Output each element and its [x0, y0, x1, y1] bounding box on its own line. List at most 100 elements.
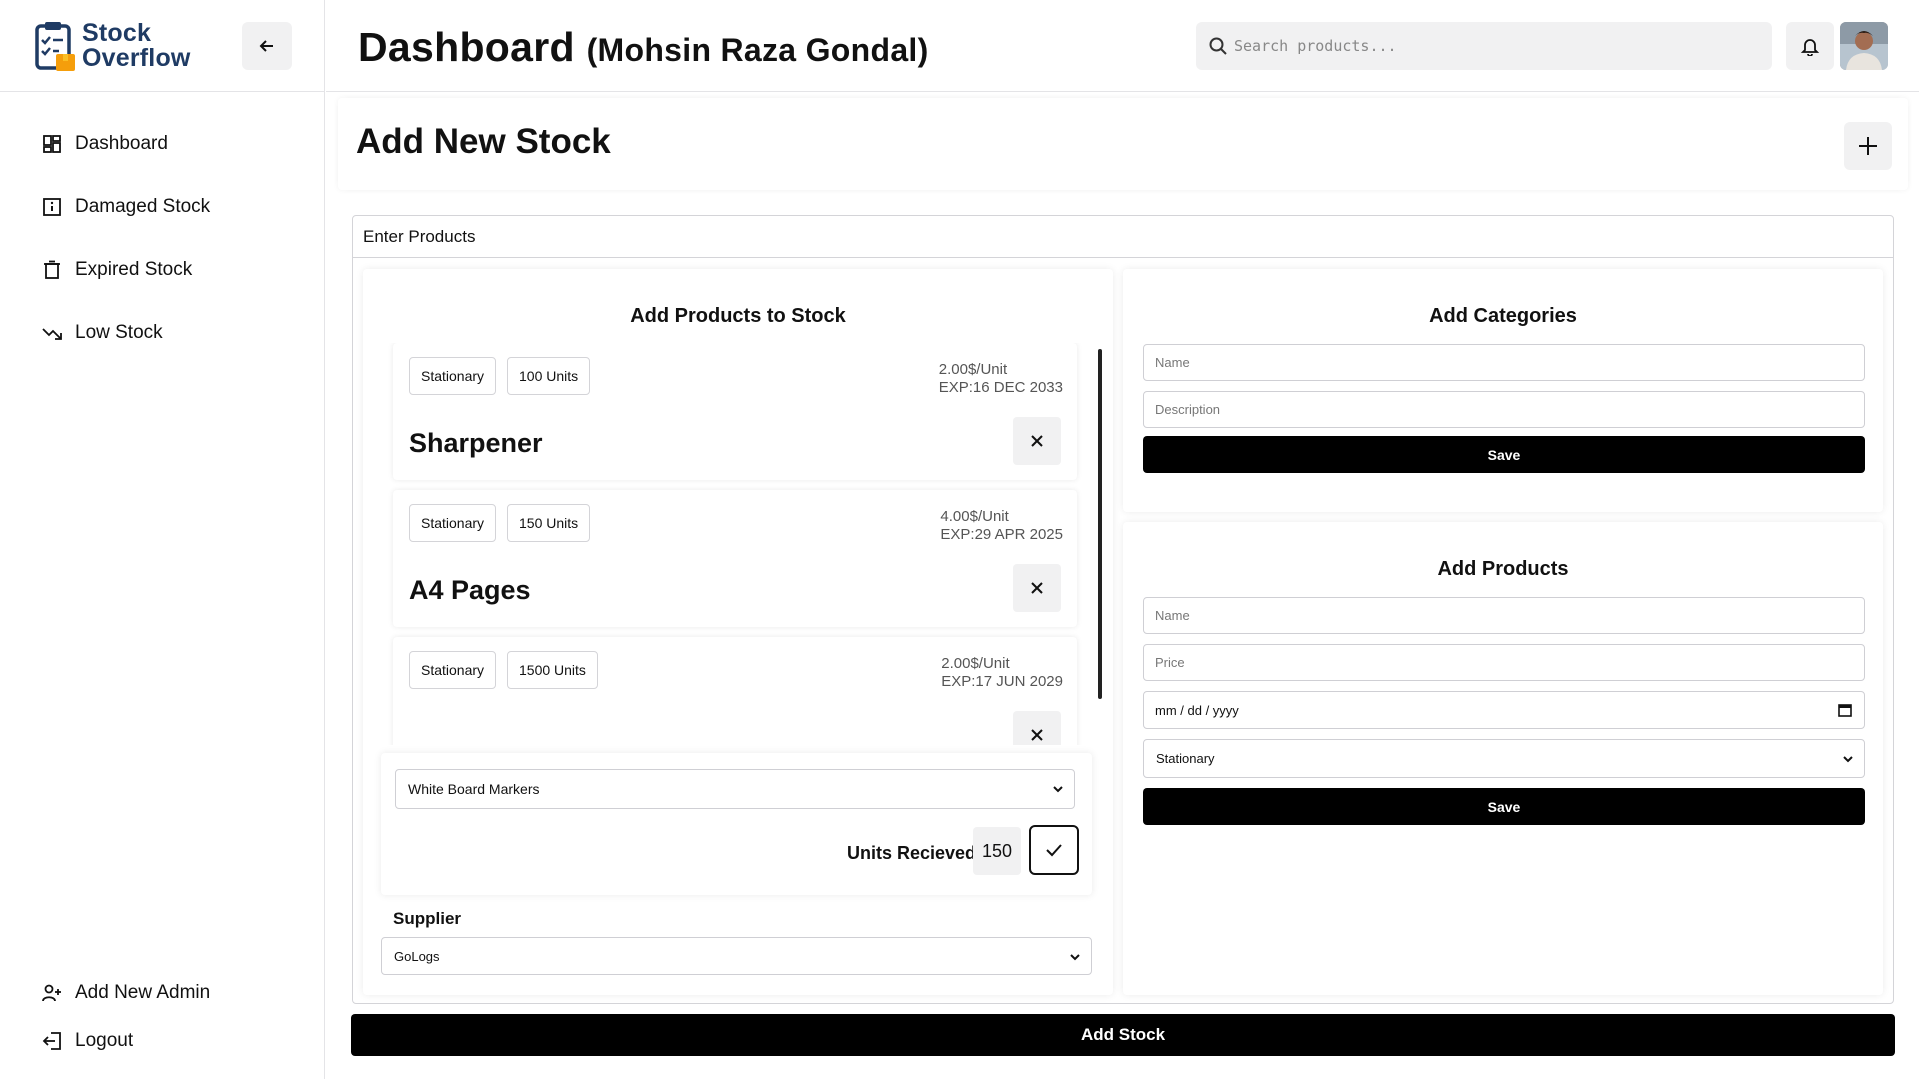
panel-title: Enter Products [353, 216, 1893, 258]
card-title: Add Categories [1429, 305, 1577, 327]
stock-product-list[interactable]: Stationary 100 Units 2.00$/Unit EXP:16 D… [381, 343, 1084, 745]
units-received-input[interactable]: 150 [973, 827, 1021, 875]
sidebar-item-label: Expired Stock [75, 258, 193, 280]
product-select[interactable]: White Board Markers [395, 769, 1075, 809]
sidebar-item-dashboard[interactable]: Dashboard [0, 112, 324, 175]
category-tag: Stationary [409, 357, 497, 395]
price-info: 2.00$/Unit EXP:17 JUN 2029 [941, 655, 1063, 691]
supplier-select-value: GoLogs [394, 948, 440, 964]
sidebar-bottom-nav: Add New Admin Logout [0, 969, 324, 1065]
close-icon [1031, 729, 1043, 741]
product-price-field[interactable]: Price [1143, 644, 1865, 681]
top-header: Dashboard (Mohsin Raza Gondal) [326, 0, 1919, 92]
check-icon [1046, 844, 1062, 857]
units-tag: 100 Units [507, 357, 591, 395]
expiry-date: EXP:16 DEC 2033 [938, 379, 1063, 396]
remove-product-button[interactable] [1013, 711, 1061, 745]
list-item: Stationary 1500 Units 2.00$/Unit EXP:17 … [393, 637, 1077, 745]
unit-price: 2.00$/Unit [938, 361, 1008, 378]
plus-icon [1859, 137, 1877, 155]
chevron-down-icon [1843, 756, 1853, 763]
notifications-button[interactable] [1786, 22, 1834, 70]
units-tag: 150 Units [507, 504, 591, 542]
list-item: Stationary 150 Units 4.00$/Unit EXP:29 A… [393, 490, 1077, 627]
product-entry-card: White Board Markers Units Recieved 150 [381, 753, 1092, 895]
search-bar [1196, 22, 1772, 70]
search-input[interactable] [1234, 37, 1754, 55]
product-name-field[interactable]: Name [1143, 597, 1865, 634]
units-tag: 1500 Units [507, 651, 598, 689]
sidebar-item-label: Dashboard [75, 132, 168, 154]
info-square-icon [43, 197, 61, 216]
user-plus-icon [42, 984, 61, 1002]
logout-icon [42, 1032, 61, 1050]
page-title-text: Dashboard [358, 24, 575, 70]
list-item: Stationary 100 Units 2.00$/Unit EXP:16 D… [393, 343, 1077, 480]
date-placeholder: mm / dd / yyyy [1155, 702, 1239, 718]
save-product-button[interactable]: Save [1143, 788, 1865, 825]
chevron-down-icon [1070, 954, 1080, 961]
sidebar-item-label: Logout [75, 1030, 134, 1051]
sidebar-item-damaged-stock[interactable]: Damaged Stock [0, 175, 324, 238]
brand-line-2: Overflow [82, 43, 191, 72]
product-name: A4 Pages [409, 575, 531, 605]
app-root: Stock Overflow Dashboard Damaged Stock E… [0, 0, 1919, 1079]
price-info: 2.00$/Unit EXP:16 DEC 2033 [939, 361, 1063, 397]
sidebar-item-low-stock[interactable]: Low Stock [0, 301, 324, 364]
product-select-value: White Board Markers [408, 781, 540, 797]
list-scrollbar[interactable] [1098, 349, 1102, 699]
category-tag: Stationary [409, 504, 497, 542]
product-name: Sharpener [409, 428, 543, 458]
units-received-label: Units Recieved [847, 843, 977, 863]
page-title: Dashboard (Mohsin Raza Gondal) [358, 24, 929, 71]
supplier-label: Supplier [393, 909, 462, 928]
collapse-sidebar-button[interactable] [242, 22, 292, 70]
close-icon [1031, 582, 1043, 594]
brand-line-1: Stock [82, 18, 152, 47]
sidebar-nav: Dashboard Damaged Stock Expired Stock Lo… [0, 112, 324, 364]
search-icon [1209, 37, 1227, 55]
price-info: 4.00$/Unit EXP:29 APR 2025 [940, 508, 1063, 544]
clipboard-box-logo-icon [34, 20, 76, 72]
category-name-field[interactable]: Name [1143, 344, 1865, 381]
unit-price: 2.00$/Unit [941, 655, 1010, 672]
sidebar-item-add-new-admin[interactable]: Add New Admin [0, 969, 324, 1017]
add-button[interactable] [1844, 122, 1892, 170]
dashboard-grid-icon [43, 134, 61, 153]
trend-down-icon [42, 327, 62, 340]
unit-price: 4.00$/Unit [940, 508, 1009, 525]
supplier-select[interactable]: GoLogs [381, 937, 1092, 975]
save-category-button[interactable]: Save [1143, 436, 1865, 473]
expiry-date-field[interactable]: mm / dd / yyyy [1143, 691, 1865, 729]
bell-icon [1800, 39, 1820, 56]
trash-icon [44, 260, 60, 279]
add-categories-card: Add Categories Name Description Save [1123, 269, 1883, 512]
card-title: Add Products to Stock [630, 305, 846, 327]
sidebar-item-label: Damaged Stock [75, 195, 211, 217]
logo-row: Stock Overflow [0, 0, 324, 92]
expiry-date: EXP:29 APR 2025 [940, 526, 1063, 543]
confirm-product-button[interactable] [1029, 825, 1079, 875]
calendar-icon[interactable] [1838, 703, 1852, 717]
category-description-field[interactable]: Description [1143, 391, 1865, 428]
chevron-down-icon [1053, 786, 1063, 793]
add-new-stock-header: Add New Stock [338, 98, 1908, 190]
remove-product-button[interactable] [1013, 564, 1061, 612]
card-title: Add Products [1437, 558, 1569, 580]
product-category-select[interactable]: Stationary [1143, 739, 1865, 778]
sidebar-item-expired-stock[interactable]: Expired Stock [0, 238, 324, 301]
sidebar-item-label: Low Stock [75, 321, 163, 343]
sidebar-item-label: Add New Admin [75, 982, 211, 1003]
avatar[interactable] [1840, 22, 1888, 70]
add-products-card: Add Products Name Price mm / dd / yyyy S… [1123, 522, 1883, 995]
expiry-date: EXP:17 JUN 2029 [941, 673, 1063, 690]
sidebar-item-logout[interactable]: Logout [0, 1017, 324, 1065]
add-stock-button[interactable]: Add Stock [351, 1014, 1895, 1056]
category-tag: Stationary [409, 651, 497, 689]
user-name: (Mohsin Raza Gondal) [586, 32, 929, 68]
add-products-to-stock-card: Add Products to Stock Stationary 100 Uni… [363, 269, 1113, 995]
section-title: Add New Stock [356, 122, 611, 161]
enter-products-panel: Enter Products Add Products to Stock Sta… [352, 215, 1894, 1004]
arrow-left-icon [259, 40, 273, 52]
remove-product-button[interactable] [1013, 417, 1061, 465]
